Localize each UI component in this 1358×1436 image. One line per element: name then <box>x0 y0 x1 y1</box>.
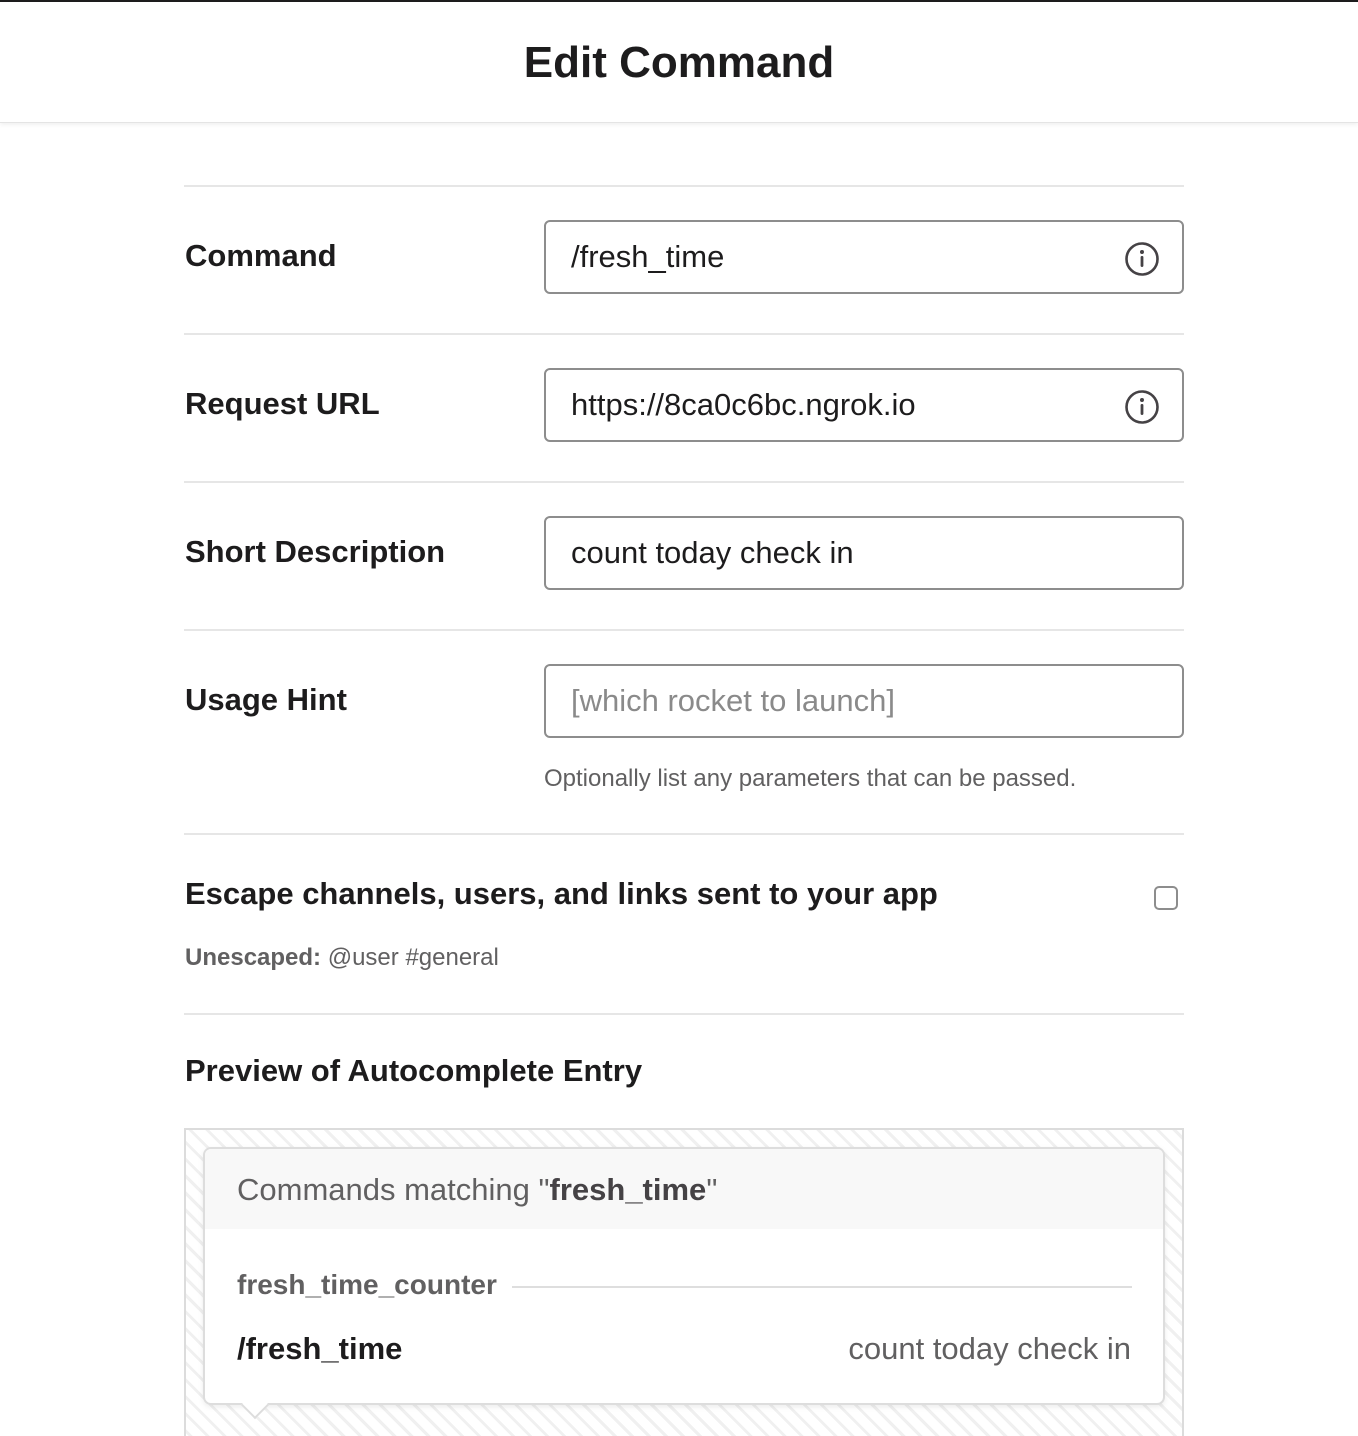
short-description-value[interactable]: count today check in <box>571 535 854 571</box>
usage-hint-help: Optionally list any parameters that can … <box>544 765 1077 792</box>
divider <box>184 333 1184 335</box>
preview-title: Preview of Autocomplete Entry <box>185 1053 643 1088</box>
divider <box>184 1013 1184 1015</box>
usage-hint-field[interactable]: [which rocket to launch] <box>544 664 1184 738</box>
escape-checkbox[interactable] <box>1154 886 1178 910</box>
header-prefix: Commands matching " <box>237 1172 550 1207</box>
usage-hint-label: Usage Hint <box>185 682 347 717</box>
unescaped-value: @user #general <box>327 944 499 971</box>
unescaped-label: Unescaped: <box>185 944 322 971</box>
request-url-label: Request URL <box>185 386 380 421</box>
divider <box>184 833 1184 835</box>
info-icon[interactable] <box>1124 389 1160 425</box>
divider <box>184 481 1184 483</box>
header-suffix: " <box>706 1172 718 1207</box>
short-description-field[interactable]: count today check in <box>544 516 1184 590</box>
divider <box>184 629 1184 631</box>
page-title: Edit Command <box>523 38 835 87</box>
usage-hint-placeholder[interactable]: [which rocket to launch] <box>571 683 895 719</box>
escape-label: Escape channels, users, and links sent t… <box>185 876 938 911</box>
request-url-field[interactable]: https://8ca0c6bc.ngrok.io <box>544 368 1184 442</box>
unescaped-example: Unescaped: @user #general <box>185 944 499 972</box>
command-label: Command <box>185 238 337 273</box>
info-icon[interactable] <box>1124 241 1160 277</box>
preview-command: /fresh_time <box>237 1331 403 1366</box>
header-query: fresh_time <box>549 1172 707 1207</box>
divider <box>184 185 1184 187</box>
command-value[interactable]: /fresh_time <box>571 239 724 275</box>
app-name-rule <box>512 1286 1132 1288</box>
app-name: fresh_time_counter <box>237 1269 497 1300</box>
autocomplete-popup: Commands matching "fresh_time" fresh_tim… <box>203 1147 1165 1420</box>
short-description-label: Short Description <box>185 534 446 569</box>
page-header: Edit Command <box>0 2 1358 123</box>
preview-description: count today check in <box>848 1331 1131 1366</box>
command-field[interactable]: /fresh_time <box>544 220 1184 294</box>
autocomplete-header-text: Commands matching "fresh_time" <box>237 1172 717 1208</box>
autocomplete-header: Commands matching "fresh_time" <box>205 1149 1163 1229</box>
request-url-value[interactable]: https://8ca0c6bc.ngrok.io <box>571 387 916 423</box>
